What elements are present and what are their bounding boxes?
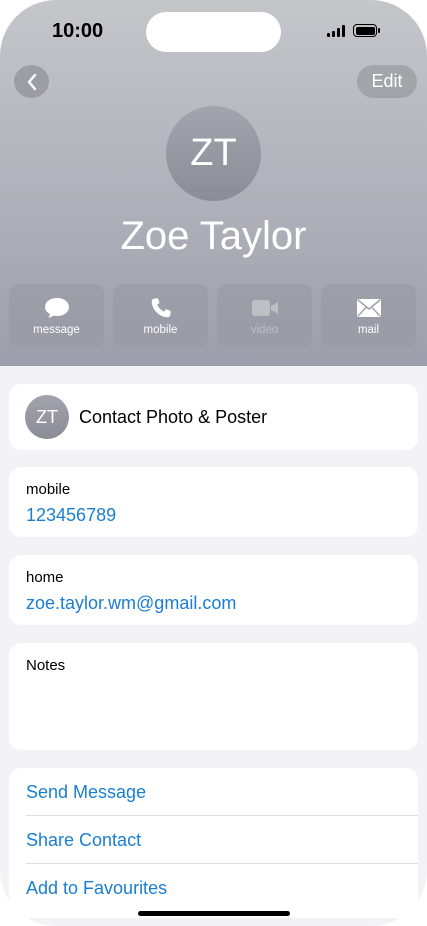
email-field[interactable]: home zoe.taylor.wm@gmail.com — [9, 555, 418, 625]
contact-photo-poster-row[interactable]: ZT Contact Photo & Poster — [9, 384, 418, 450]
video-action-button[interactable]: video — [217, 284, 312, 347]
battery-icon — [353, 24, 380, 37]
message-action-button[interactable]: message — [9, 284, 104, 347]
message-bubble-icon — [44, 297, 69, 318]
quick-actions: message mobile video mail — [9, 284, 416, 347]
share-contact-link[interactable]: Share Contact — [26, 830, 141, 851]
small-avatar: ZT — [25, 395, 69, 439]
mobile-field-label: mobile — [26, 481, 71, 498]
home-indicator[interactable] — [138, 911, 290, 916]
contact-screen: 10:00 Edit ZT Zoe Taylor message mobile … — [0, 0, 427, 926]
email-address-link[interactable]: zoe.taylor.wm@gmail.com — [26, 593, 236, 614]
contact-name: Zoe Taylor — [120, 214, 307, 258]
mail-action-button[interactable]: mail — [321, 284, 416, 347]
edit-button[interactable]: Edit — [357, 65, 417, 98]
mobile-action-label: mobile — [143, 323, 178, 336]
contact-photo-poster-label: Contact Photo & Poster — [79, 406, 268, 427]
contact-actions-list: Send Message Share Contact Add to Favour… — [9, 768, 418, 918]
back-button[interactable] — [14, 65, 49, 98]
share-contact-row[interactable]: Share Contact — [9, 816, 418, 864]
message-action-label: message — [33, 323, 80, 336]
mail-action-label: mail — [357, 323, 380, 336]
add-to-favourites-row[interactable]: Add to Favourites — [9, 864, 418, 912]
video-action-label: video — [250, 323, 279, 336]
add-to-favourites-link[interactable]: Add to Favourites — [26, 878, 167, 899]
envelope-icon — [356, 298, 381, 317]
status-time: 10:00 — [52, 20, 104, 42]
notes-label: Notes — [26, 657, 66, 674]
email-field-label: home — [26, 569, 64, 586]
signal-icon — [327, 24, 345, 37]
send-message-row[interactable]: Send Message — [9, 768, 418, 816]
mobile-action-button[interactable]: mobile — [113, 284, 208, 347]
send-message-link[interactable]: Send Message — [26, 782, 146, 803]
status-icons — [327, 24, 380, 37]
notes-field[interactable]: Notes — [9, 643, 418, 750]
mobile-number-link[interactable]: 123456789 — [26, 505, 116, 526]
contact-avatar: ZT — [166, 106, 261, 201]
dynamic-island — [146, 12, 281, 52]
chevron-left-icon — [27, 73, 36, 90]
contact-header: 10:00 Edit ZT Zoe Taylor message mobile … — [0, 0, 427, 366]
video-camera-icon — [251, 299, 278, 316]
mobile-field[interactable]: mobile 123456789 — [9, 467, 418, 537]
phone-icon — [151, 298, 170, 317]
